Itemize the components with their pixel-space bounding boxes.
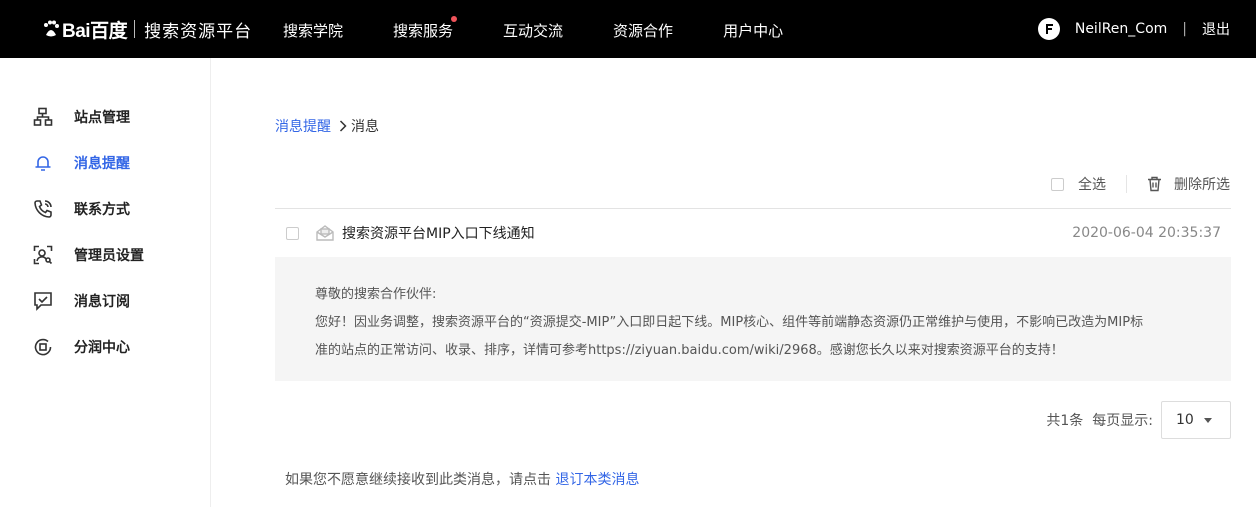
logo-divider: [134, 20, 136, 38]
per-page-value: 10: [1176, 412, 1194, 428]
sidebar-item-label: 消息订阅: [74, 294, 130, 310]
user-separator: |: [1182, 21, 1187, 37]
admin-user-icon: [33, 245, 53, 265]
total-count: 共1条: [1046, 413, 1084, 429]
unsubscribe-text: 如果您不愿意继续接收到此类消息，请点击: [285, 472, 551, 488]
sidebar-item-label: 分润中心: [74, 340, 130, 356]
sidebar-item-site-management[interactable]: 站点管理: [33, 105, 130, 129]
baidu-logo[interactable]: Bai百度 搜索资源平台: [40, 13, 252, 45]
message-text-line-1: 您好！因业务调整，搜索资源平台的“资源提交-MIP”入口即日起下线。MIP核心、…: [315, 315, 1144, 330]
nav-item-services-label: 搜索服务: [393, 22, 454, 40]
sidebar-item-label: 管理员设置: [74, 248, 144, 264]
username[interactable]: NeilRen_Com: [1075, 21, 1167, 37]
breadcrumb: 消息提醒 消息: [275, 116, 379, 136]
chevron-right-icon: [339, 120, 347, 132]
opened-envelope-icon: [316, 224, 334, 242]
select-all-checkbox[interactable]: [1051, 177, 1064, 191]
breadcrumb-parent-link[interactable]: 消息提醒: [275, 116, 331, 136]
message-title[interactable]: 搜索资源平台MIP入口下线通知: [342, 223, 535, 243]
nav-item-academy[interactable]: 搜索学院: [283, 0, 343, 58]
paw-icon: [44, 20, 59, 37]
sidebar-item-revenue-center[interactable]: 分润中心: [33, 335, 130, 359]
message-toolbar: 全选 删除所选: [1051, 174, 1230, 194]
breadcrumb-current: 消息: [351, 119, 379, 135]
sidebar: 站点管理 消息提醒 联系方式 管理员设置 消息订阅 分润中心: [0, 58, 211, 507]
message-body: 尊敬的搜索合作伙伴: 您好！因业务调整，搜索资源平台的“资源提交-MIP”入口即…: [275, 257, 1231, 381]
sidebar-item-label: 联系方式: [74, 202, 130, 218]
sidebar-item-label: 消息提醒: [74, 156, 130, 172]
revenue-share-icon: [33, 337, 53, 357]
per-page-select[interactable]: 10: [1161, 401, 1231, 439]
nav-item-community[interactable]: 互动交流: [503, 0, 563, 58]
per-page-label: 每页显示:: [1092, 413, 1153, 429]
logout-link[interactable]: 退出: [1202, 19, 1230, 39]
logo-title: 搜索资源平台: [144, 21, 253, 42]
bell-icon: [33, 153, 53, 173]
message-timestamp: 2020-06-04 20:35:37: [1072, 225, 1221, 241]
avatar-icon[interactable]: [1037, 18, 1060, 40]
subscribe-check-icon: [33, 291, 53, 311]
sidebar-item-subscriptions[interactable]: 消息订阅: [33, 289, 130, 313]
phone-icon: [33, 199, 53, 219]
unsubscribe-note: 如果您不愿意继续接收到此类消息，请点击 退订本类消息: [285, 469, 639, 489]
pagination: 共1条 每页显示: 10: [1046, 401, 1231, 439]
delete-selected-button[interactable]: 删除所选: [1174, 174, 1230, 194]
message-greeting: 尊敬的搜索合作伙伴:: [315, 287, 437, 302]
caret-down-icon: [1203, 417, 1212, 423]
sidebar-item-label: 站点管理: [74, 110, 130, 126]
toolbar-divider: [1126, 175, 1127, 193]
main-nav: 搜索学院 搜索服务 互动交流 资源合作 用户中心: [283, 0, 833, 58]
sidebar-item-contact[interactable]: 联系方式: [33, 197, 130, 221]
trash-icon[interactable]: [1147, 176, 1162, 192]
user-area: NeilRen_Com | 退出: [1037, 0, 1230, 58]
nav-item-user-center[interactable]: 用户中心: [723, 0, 783, 58]
message-row[interactable]: 搜索资源平台MIP入口下线通知 2020-06-04 20:35:37: [275, 209, 1231, 257]
sidebar-item-notifications[interactable]: 消息提醒: [33, 151, 130, 175]
sitemap-icon: [33, 107, 53, 127]
nav-item-services[interactable]: 搜索服务: [393, 0, 458, 58]
sidebar-item-admin-settings[interactable]: 管理员设置: [33, 243, 144, 267]
unsubscribe-link[interactable]: 退订本类消息: [555, 472, 639, 488]
select-all-label[interactable]: 全选: [1078, 174, 1106, 194]
nav-item-cooperation[interactable]: 资源合作: [613, 0, 673, 58]
top-navbar: Bai百度 搜索资源平台 搜索学院 搜索服务 互动交流 资源合作 用户中心 Ne…: [0, 0, 1256, 58]
notification-dot: [451, 16, 458, 22]
message-checkbox[interactable]: [286, 226, 299, 240]
logo-brand: Bai百度: [40, 16, 128, 43]
message-text-line-2: 准的站点的正常访问、收录、排序，详情可参考https://ziyuan.baid…: [315, 343, 1064, 358]
